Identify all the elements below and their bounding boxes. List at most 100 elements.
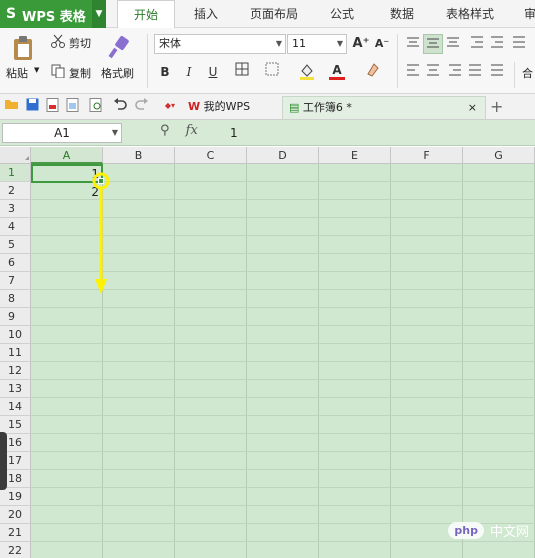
chevron-down-icon: ▼ <box>111 128 118 137</box>
column-header-a[interactable]: A <box>31 147 103 164</box>
zoom-icon[interactable]: ⚲ <box>160 123 170 138</box>
format-painter-icon[interactable] <box>106 33 132 61</box>
row-header-2[interactable]: 2 <box>0 182 31 200</box>
tab-my-wps[interactable]: W 我的WPS <box>188 96 250 119</box>
tab-formulas[interactable]: 公式 <box>330 0 354 28</box>
align-right-icon[interactable] <box>445 62 465 82</box>
font-size-select[interactable]: 11 ▼ <box>287 34 347 54</box>
name-box-value: A1 <box>54 126 70 140</box>
worksheet-grid[interactable]: ABCDEFG 1 2 3 4 5 6 7 8 9 10 11 12 13 14 15 16 17 18 19 20 2… <box>0 147 535 558</box>
wrap-text-icon[interactable] <box>509 34 529 54</box>
row-header-22[interactable]: 22 <box>0 542 31 558</box>
save-icon[interactable] <box>24 98 40 114</box>
column-header-b[interactable]: B <box>103 147 175 164</box>
copy-button[interactable]: 复制 <box>69 65 91 81</box>
customize-toolbar-icon[interactable]: ◆▾ <box>162 98 178 114</box>
menu-bar: S WPS 表格 ▼ 开始 插入 页面布局 公式 数据 表格样式 审 <box>0 0 535 28</box>
row-header-5[interactable]: 5 <box>0 236 31 254</box>
grid-line-horizontal <box>31 487 535 488</box>
print-preview-icon[interactable] <box>88 98 104 114</box>
print-icon[interactable] <box>65 98 81 114</box>
select-all-corner[interactable] <box>0 147 31 164</box>
paste-button[interactable] <box>10 34 36 62</box>
name-box[interactable]: A1 ▼ <box>2 123 122 143</box>
watermark: php 中文网 <box>448 521 529 540</box>
align-left-icon[interactable] <box>403 62 423 82</box>
underline-button[interactable]: U <box>203 62 223 82</box>
formula-tools: ⚲ fx <box>160 123 198 143</box>
borders-icon[interactable] <box>232 62 252 82</box>
row-header-15[interactable]: 15 <box>0 416 31 434</box>
font-size-value: 11 <box>292 37 306 50</box>
row-header-9[interactable]: 9 <box>0 308 31 326</box>
column-header-f[interactable]: F <box>391 147 463 164</box>
font-color-icon[interactable]: A <box>327 60 347 80</box>
open-folder-icon[interactable] <box>3 98 19 114</box>
row-header-8[interactable]: 8 <box>0 290 31 308</box>
increase-indent-icon[interactable] <box>487 34 507 54</box>
paste-label[interactable]: 粘贴 <box>6 65 28 81</box>
paste-arrow-icon[interactable]: ▼ <box>34 66 39 74</box>
php-logo: php <box>448 522 484 539</box>
new-tab-button[interactable]: + <box>490 96 503 119</box>
pdf-export-icon[interactable] <box>44 98 60 114</box>
row-header-12[interactable]: 12 <box>0 362 31 380</box>
bold-button[interactable]: B <box>155 62 175 82</box>
scissors-icon[interactable] <box>50 33 66 49</box>
tab-data[interactable]: 数据 <box>390 0 414 28</box>
align-center-icon[interactable] <box>423 62 443 82</box>
copy-icon[interactable] <box>50 63 66 79</box>
format-painter-button[interactable]: 格式刷 <box>101 65 134 81</box>
column-header-c[interactable]: C <box>175 147 247 164</box>
app-menu-arrow-icon[interactable]: ▼ <box>92 0 106 28</box>
tab-page-layout[interactable]: 页面布局 <box>250 0 298 28</box>
grid-line-horizontal <box>31 415 535 416</box>
align-middle-icon[interactable] <box>423 34 443 54</box>
side-panel-handle[interactable] <box>0 432 7 490</box>
ribbon-divider <box>147 34 148 88</box>
row-header-1[interactable]: 1 <box>0 164 31 182</box>
redo-icon[interactable] <box>134 98 150 114</box>
row-header-4[interactable]: 4 <box>0 218 31 236</box>
row-header-7[interactable]: 7 <box>0 272 31 290</box>
italic-button[interactable]: I <box>179 62 199 82</box>
font-name-select[interactable]: 宋体 ▼ <box>154 34 286 54</box>
close-icon[interactable]: × <box>468 97 477 119</box>
row-header-21[interactable]: 21 <box>0 524 31 542</box>
row-header-3[interactable]: 3 <box>0 200 31 218</box>
tab-home[interactable]: 开始 <box>117 0 175 28</box>
fill-color-icon[interactable] <box>297 62 317 82</box>
watermark-text: 中文网 <box>489 525 529 540</box>
formula-input[interactable]: 1 <box>222 123 535 143</box>
row-header-13[interactable]: 13 <box>0 380 31 398</box>
row-header-14[interactable]: 14 <box>0 398 31 416</box>
grid-line-horizontal <box>31 307 535 308</box>
undo-icon[interactable] <box>112 98 128 114</box>
row-header-19[interactable]: 19 <box>0 488 31 506</box>
distributed-icon[interactable] <box>487 62 507 82</box>
align-top-icon[interactable] <box>403 34 423 54</box>
column-header-g[interactable]: G <box>463 147 535 164</box>
tab-workbook[interactable]: ▤ 工作簿6 * × <box>282 96 486 119</box>
decrease-indent-icon[interactable] <box>467 34 487 54</box>
column-header-e[interactable]: E <box>319 147 391 164</box>
tab-review[interactable]: 审 <box>524 0 535 28</box>
row-header-20[interactable]: 20 <box>0 506 31 524</box>
column-header-d[interactable]: D <box>247 147 319 164</box>
app-menu-button[interactable]: S WPS 表格 ▼ <box>0 0 106 28</box>
tab-insert[interactable]: 插入 <box>194 0 218 28</box>
row-header-6[interactable]: 6 <box>0 254 31 272</box>
grow-font-button[interactable]: A⁺ <box>351 34 371 54</box>
merge-cells-icon[interactable] <box>262 62 282 82</box>
merge-center-button[interactable]: 合 <box>522 65 533 81</box>
justify-icon[interactable] <box>465 62 485 82</box>
app-title: WPS 表格 <box>22 10 86 25</box>
row-header-11[interactable]: 11 <box>0 344 31 362</box>
row-header-10[interactable]: 10 <box>0 326 31 344</box>
align-bottom-icon[interactable] <box>443 34 463 54</box>
clear-format-icon[interactable] <box>362 62 382 82</box>
tab-table-style[interactable]: 表格样式 <box>446 0 494 28</box>
shrink-font-button[interactable]: A⁻ <box>372 34 392 54</box>
cut-button[interactable]: 剪切 <box>69 35 91 51</box>
insert-function-icon[interactable]: fx <box>186 123 198 138</box>
